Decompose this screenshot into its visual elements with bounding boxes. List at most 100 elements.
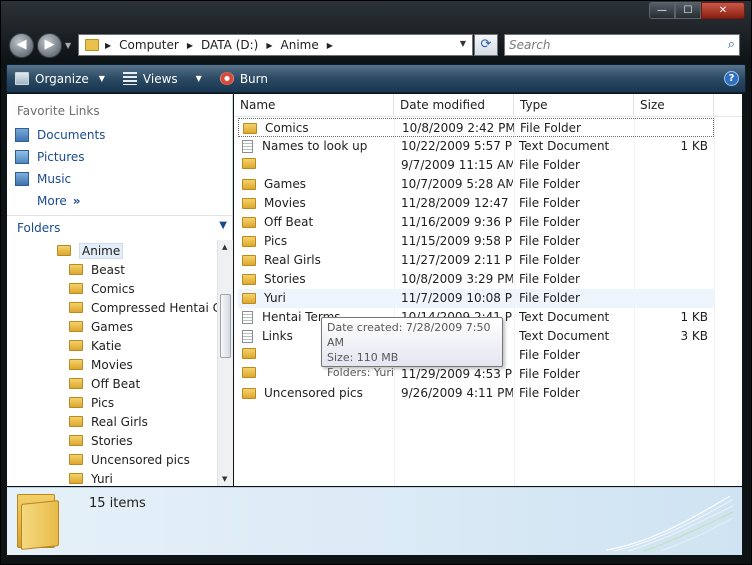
tree-item[interactable]: Beast	[69, 260, 125, 279]
folders-header[interactable]: Folders ▼	[7, 215, 233, 239]
tree-item[interactable]: Off Beat	[69, 374, 140, 393]
address-dropdown-icon[interactable]: ▼	[460, 39, 466, 48]
navigation-pane: Favorite Links Documents Pictures Music …	[7, 94, 233, 486]
tree-item-anime[interactable]: Anime	[57, 241, 124, 260]
recent-pages-dropdown-icon[interactable]: ▼	[65, 41, 71, 50]
tree-item-label: Games	[91, 319, 133, 334]
column-header-size[interactable]: Size	[634, 94, 714, 116]
file-type: Text Document	[519, 139, 610, 153]
tree-item[interactable]: Compressed Hentai Col	[69, 298, 217, 317]
tree-item[interactable]: Pics	[69, 393, 114, 412]
file-type: File Folder	[519, 234, 580, 248]
text-document-icon	[242, 139, 253, 153]
scroll-down-icon[interactable]: ▼	[222, 475, 227, 483]
tree-item[interactable]: Katie	[69, 336, 121, 355]
file-row[interactable]: Movies 11/28/2009 12:47 ... File Folder	[238, 194, 714, 213]
breadcrumb-separator-icon[interactable]: ▶	[187, 41, 193, 50]
favorite-link-pictures[interactable]: Pictures	[15, 150, 85, 164]
tree-item[interactable]: Real Girls	[69, 412, 148, 431]
file-row[interactable]: Comics 10/8/2009 2:42 PM File Folder	[238, 118, 714, 137]
file-date: 10/22/2009 5:57 PM	[401, 139, 513, 153]
breadcrumb-separator-icon[interactable]: ▶	[266, 41, 272, 50]
file-name: Stories	[264, 272, 306, 286]
file-type: File Folder	[519, 367, 580, 381]
folder-icon	[242, 367, 256, 378]
column-header-type[interactable]: Type	[514, 94, 634, 116]
item-count: 15 items	[89, 496, 146, 511]
header-divider	[234, 116, 742, 117]
folder-icon	[69, 264, 83, 275]
column-header-name[interactable]: Name	[234, 94, 394, 116]
file-name: Names to look up	[262, 139, 368, 153]
back-button[interactable]: ◀	[9, 33, 34, 58]
scroll-up-icon[interactable]: ▲	[222, 243, 227, 251]
column-header-date-modified[interactable]: Date modified	[394, 94, 514, 116]
file-list: Name Date modified Type Size Comics 10/8…	[234, 94, 742, 486]
folder-icon	[69, 473, 83, 484]
scrollbar-thumb[interactable]	[220, 294, 231, 358]
breadcrumb-separator-icon[interactable]: ▶	[105, 41, 111, 50]
address-input[interactable]: ▶ Computer ▶ DATA (D:) ▶ Anime ▶ ▼	[78, 34, 473, 56]
views-label: Views	[142, 71, 178, 86]
refresh-button[interactable]: ⟳	[474, 34, 498, 56]
decorative-swoosh-icon	[605, 495, 734, 552]
file-row[interactable]: Names to look up 10/22/2009 5:57 PM Text…	[238, 137, 714, 156]
file-row[interactable]: Uncensored pics 9/26/2009 4:11 PM File F…	[238, 384, 714, 403]
file-name: Games	[264, 177, 306, 191]
breadcrumb-data-drive[interactable]: DATA (D:)	[201, 38, 258, 52]
tree-item-label: Movies	[91, 357, 133, 372]
command-bar: Organize ▼ Views ▼ Burn ?	[6, 64, 746, 93]
file-name: Off Beat	[264, 215, 314, 229]
folder-icon	[242, 273, 256, 285]
forward-button[interactable]: ▶	[37, 33, 62, 58]
favorite-link-documents[interactable]: Documents	[15, 128, 105, 142]
tree-item[interactable]: Uncensored pics	[69, 450, 190, 469]
chevron-down-icon: ▼	[98, 74, 105, 83]
tree-item[interactable]: Games	[69, 317, 133, 336]
folder-icon	[69, 321, 83, 332]
favorite-link-music[interactable]: Music	[15, 172, 71, 186]
file-row[interactable]: Games 10/7/2009 5:28 AM File Folder	[238, 175, 714, 194]
search-icon[interactable]: ⌕	[728, 37, 735, 52]
breadcrumb-computer[interactable]: Computer	[119, 38, 179, 52]
file-type: File Folder	[519, 291, 580, 305]
file-row[interactable]: Off Beat 11/16/2009 9:36 PM File Folder	[238, 213, 714, 232]
pictures-icon	[15, 150, 29, 164]
file-row[interactable]: Pics 11/15/2009 9:58 PM File Folder	[238, 232, 714, 251]
folder-tree-scrollbar[interactable]: ▲ ▼	[217, 240, 233, 486]
more-links-button[interactable]: More »	[37, 194, 81, 208]
file-type: File Folder	[519, 215, 580, 229]
folder-icon	[69, 340, 83, 351]
file-date: 9/26/2009 4:11 PM	[401, 386, 513, 400]
file-type: File Folder	[519, 253, 580, 267]
tree-item[interactable]: Movies	[69, 355, 133, 374]
file-row[interactable]: Yuri 11/7/2009 10:08 PM File Folder	[238, 289, 714, 308]
organize-button[interactable]: Organize ▼	[15, 72, 105, 86]
chevron-down-icon: ▼	[219, 220, 227, 231]
folders-title: Folders	[17, 221, 61, 235]
folder-icon	[69, 435, 83, 446]
views-button[interactable]: Views ▼	[122, 71, 202, 86]
folder-icon	[69, 416, 83, 427]
help-icon[interactable]: ?	[724, 71, 739, 86]
tree-item[interactable]: Stories	[69, 431, 133, 450]
file-row[interactable]: Stories 10/8/2009 3:29 PM File Folder	[238, 270, 714, 289]
tooltip-folders: Folders: Yuri	[327, 366, 394, 379]
close-button[interactable]: ✕	[701, 2, 745, 19]
breadcrumb-separator-icon[interactable]: ▶	[327, 41, 333, 50]
breadcrumb-anime[interactable]: Anime	[281, 38, 319, 52]
tree-item[interactable]: Comics	[69, 279, 135, 298]
file-row[interactable]: 9/7/2009 11:15 AM File Folder	[238, 156, 714, 175]
folder-tree: Anime Beast Comics Compressed Hentai Col…	[7, 240, 217, 486]
tree-item[interactable]: Yuri	[69, 469, 113, 486]
file-name: Comics	[265, 121, 309, 135]
file-date: 10/7/2009 5:28 AM	[401, 177, 513, 191]
minimize-button[interactable]: —	[649, 2, 675, 19]
search-input[interactable]	[505, 35, 705, 55]
burn-button[interactable]: Burn	[219, 72, 268, 86]
text-document-icon	[242, 329, 253, 343]
file-row[interactable]: Real Girls 11/27/2009 2:11 PM File Folde…	[238, 251, 714, 270]
column-divider	[714, 117, 715, 486]
folder-icon	[85, 39, 99, 51]
maximize-button[interactable]: ☐	[675, 2, 701, 19]
